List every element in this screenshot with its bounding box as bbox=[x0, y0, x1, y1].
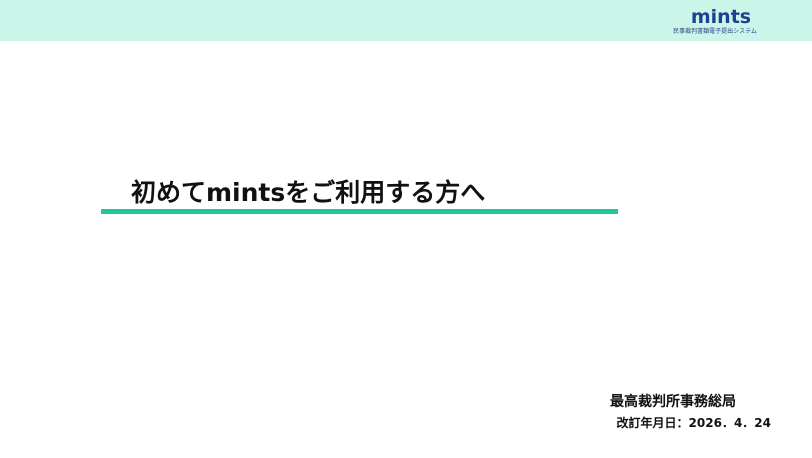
title-underline bbox=[101, 209, 618, 214]
logo-subtitle: 民事裁判書類電子提出システム bbox=[673, 28, 757, 35]
logo-text: mints bbox=[690, 6, 752, 28]
organization-name: 最高裁判所事務総局 bbox=[610, 394, 736, 410]
page-title: 初めてmintsをご利用する方へ bbox=[131, 178, 486, 207]
revision-date: 改訂年月日：2026．4．24 bbox=[616, 416, 771, 430]
mints-logo: mints 民事裁判書類電子提出システム bbox=[670, 8, 760, 36]
slide: mints 民事裁判書類電子提出システム 初めてmintsをご利用する方へ 最高… bbox=[0, 0, 812, 458]
header-band: mints 民事裁判書類電子提出システム bbox=[0, 0, 812, 41]
